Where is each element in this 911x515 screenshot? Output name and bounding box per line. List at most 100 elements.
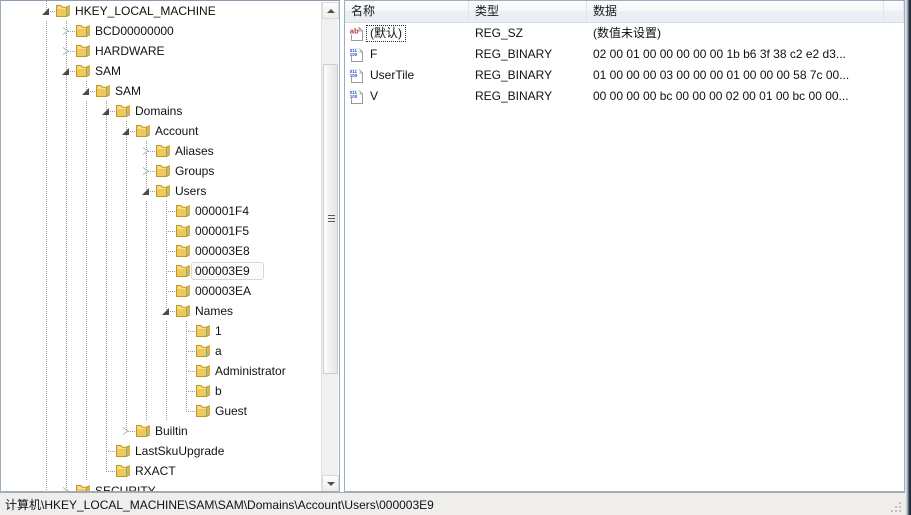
value-data-cell: 01 00 00 00 03 00 00 00 01 00 00 00 58 7… bbox=[593, 68, 850, 82]
tree-node-sam[interactable]: SAM bbox=[1, 61, 322, 81]
window-right-edge bbox=[905, 0, 911, 515]
list-column-header-2[interactable]: 类型 bbox=[469, 1, 587, 22]
tree-node-label: Users bbox=[175, 184, 207, 198]
chevron-down-icon[interactable] bbox=[101, 106, 112, 117]
folder-icon bbox=[195, 384, 211, 398]
tree-scroll-viewport[interactable]: HKEY_LOCAL_MACHINE BCD00000000 HARDWARE SAM… bbox=[1, 1, 322, 491]
string-value-icon: ab bbox=[349, 26, 365, 42]
panes-container: HKEY_LOCAL_MACHINE BCD00000000 HARDWARE SAM… bbox=[0, 0, 905, 492]
folder-icon bbox=[115, 464, 131, 478]
registry-values-pane[interactable]: 名称 类型 数据 ab (默认) REG_SZ (数值未设置) 011 100 F REG_BIN… bbox=[344, 0, 905, 492]
folder-icon bbox=[155, 184, 171, 198]
chevron-right-icon[interactable] bbox=[61, 486, 72, 491]
tree-node-label: HARDWARE bbox=[95, 44, 165, 58]
tree-node-a[interactable]: a bbox=[1, 341, 322, 361]
scrollbar-thumb[interactable] bbox=[323, 64, 338, 374]
tree-node-administrator[interactable]: Administrator bbox=[1, 361, 322, 381]
tree-node-bcd00000000[interactable]: BCD00000000 bbox=[1, 21, 322, 41]
tree-node-000003e8[interactable]: 000003E8 bbox=[1, 241, 322, 261]
tree-node-label: Account bbox=[155, 124, 199, 138]
tree-node-label: 000003E8 bbox=[195, 244, 250, 258]
list-item[interactable]: ab (默认) REG_SZ (数值未设置) bbox=[345, 23, 904, 44]
tree-node-builtin[interactable]: Builtin bbox=[1, 421, 322, 441]
status-bar-path: 计算机\HKEY_LOCAL_MACHINE\SAM\SAM\Domains\A… bbox=[5, 497, 434, 512]
tree-node-sam[interactable]: SAM bbox=[1, 81, 322, 101]
tree-node-000001f4[interactable]: 000001F4 bbox=[1, 201, 322, 221]
tree-node-label: Builtin bbox=[155, 424, 188, 438]
value-name-cell: 011 100 UserTile bbox=[345, 65, 469, 86]
tree-node-000001f5[interactable]: 000001F5 bbox=[1, 221, 322, 241]
svg-text:100: 100 bbox=[350, 73, 358, 78]
list-column-header[interactable]: 名称 类型 数据 bbox=[345, 1, 904, 23]
resize-grip-icon[interactable] bbox=[890, 501, 903, 514]
list-item[interactable]: 011 100 V REG_BINARY 00 00 00 00 bc 00 00 00… bbox=[345, 86, 904, 107]
chevron-right-icon[interactable] bbox=[61, 26, 72, 37]
folder-icon bbox=[75, 24, 91, 38]
chevron-down-icon[interactable] bbox=[141, 186, 152, 197]
list-column-header-4[interactable] bbox=[884, 1, 904, 22]
scroll-down-arrow-icon[interactable] bbox=[322, 475, 339, 491]
tree-node-rxact[interactable]: RXACT bbox=[1, 461, 322, 481]
folder-icon bbox=[175, 224, 191, 238]
list-item[interactable]: 011 100 UserTile REG_BINARY 01 00 00 00 03 0… bbox=[345, 65, 904, 86]
folder-icon bbox=[175, 284, 191, 298]
tree-node-aliases[interactable]: Aliases bbox=[1, 141, 322, 161]
chevron-down-icon[interactable] bbox=[61, 66, 72, 77]
value-type-cell: REG_BINARY bbox=[475, 68, 553, 82]
tree-node-label: LastSkuUpgrade bbox=[135, 444, 225, 458]
folder-icon bbox=[175, 304, 191, 318]
folder-icon bbox=[195, 404, 211, 418]
tree-node-1[interactable]: 1 bbox=[1, 321, 322, 341]
binary-value-icon: 011 100 bbox=[349, 68, 365, 84]
tree-node-list: HKEY_LOCAL_MACHINE BCD00000000 HARDWARE SAM… bbox=[1, 1, 322, 491]
tree-node-hardware[interactable]: HARDWARE bbox=[1, 41, 322, 61]
value-name-label: (默认) bbox=[366, 25, 406, 42]
folder-icon bbox=[75, 64, 91, 78]
list-rows[interactable]: ab (默认) REG_SZ (数值未设置) 011 100 F REG_BINARY 02 0… bbox=[345, 23, 904, 107]
tree-vertical-scrollbar[interactable] bbox=[321, 2, 339, 491]
tree-node-domains[interactable]: Domains bbox=[1, 101, 322, 121]
tree-node-b[interactable]: b bbox=[1, 381, 322, 401]
folder-icon bbox=[155, 144, 171, 158]
value-name-cell: ab (默认) bbox=[345, 23, 469, 44]
scrollbar-grip-icon bbox=[328, 215, 335, 224]
chevron-right-icon[interactable] bbox=[141, 146, 152, 157]
chevron-down-icon[interactable] bbox=[161, 306, 172, 317]
chevron-down-icon[interactable] bbox=[81, 86, 92, 97]
tree-node-000003e9[interactable]: 000003E9 bbox=[1, 261, 322, 281]
chevron-down-icon[interactable] bbox=[121, 126, 132, 137]
tree-node-label: Aliases bbox=[175, 144, 214, 158]
value-name-label: F bbox=[370, 47, 378, 61]
tree-node-hkey-local-machine[interactable]: HKEY_LOCAL_MACHINE bbox=[1, 1, 322, 21]
chevron-right-icon[interactable] bbox=[121, 426, 132, 437]
list-item[interactable]: 011 100 F REG_BINARY 02 00 01 00 00 00 00 00… bbox=[345, 44, 904, 65]
tree-node-label: Domains bbox=[135, 104, 183, 118]
tree-node-guest[interactable]: Guest bbox=[1, 401, 322, 421]
tree-node-names[interactable]: Names bbox=[1, 301, 322, 321]
chevron-down-icon[interactable] bbox=[41, 6, 52, 17]
tree-node-users[interactable]: Users bbox=[1, 181, 322, 201]
value-name-cell: 011 100 F bbox=[345, 44, 469, 65]
chevron-right-icon[interactable] bbox=[141, 166, 152, 177]
tree-node-groups[interactable]: Groups bbox=[1, 161, 322, 181]
list-column-header-1[interactable]: 名称 bbox=[345, 1, 469, 22]
tree-node-label: SAM bbox=[115, 84, 142, 98]
scroll-up-arrow-glyph bbox=[326, 8, 335, 13]
tree-node-lastskuupgrade[interactable]: LastSkuUpgrade bbox=[1, 441, 322, 461]
scroll-up-arrow-icon[interactable] bbox=[322, 2, 339, 19]
tree-node-label: 1 bbox=[215, 324, 222, 338]
svg-text:ab: ab bbox=[350, 26, 359, 35]
tree-node-label: 000003E9 bbox=[195, 264, 250, 278]
folder-icon bbox=[195, 364, 211, 378]
folder-icon bbox=[135, 424, 151, 438]
binary-value-icon: 011 100 bbox=[349, 47, 365, 63]
folder-icon bbox=[175, 204, 191, 218]
registry-key-tree-pane[interactable]: HKEY_LOCAL_MACHINE BCD00000000 HARDWARE SAM… bbox=[0, 0, 340, 492]
list-column-header-3[interactable]: 数据 bbox=[587, 1, 884, 22]
chevron-right-icon[interactable] bbox=[61, 46, 72, 57]
tree-node-account[interactable]: Account bbox=[1, 121, 322, 141]
tree-node-label: RXACT bbox=[135, 464, 176, 478]
tree-node-label: Names bbox=[195, 304, 234, 318]
tree-node-000003ea[interactable]: 000003EA bbox=[1, 281, 322, 301]
tree-node-security[interactable]: SECURITY bbox=[1, 481, 322, 491]
